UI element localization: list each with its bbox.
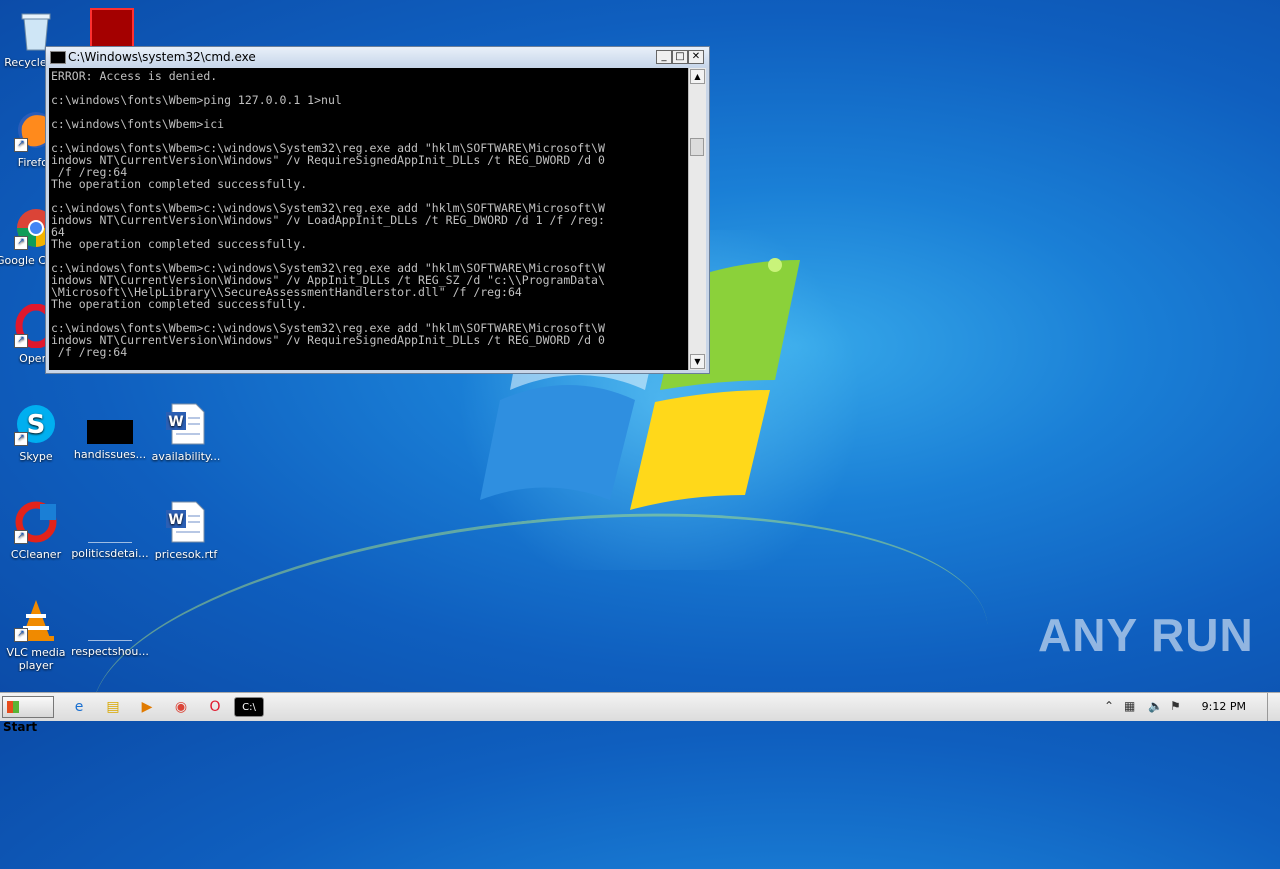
scrollbar-thumb[interactable] — [690, 138, 704, 156]
action-center-flag-icon[interactable]: ⚑ — [1170, 699, 1181, 713]
desktop-icon-handissues[interactable]: handissues... — [70, 402, 150, 461]
scroll-up-arrow-icon[interactable]: ▲ — [690, 69, 705, 84]
taskbar-clock[interactable]: 9:12 PM — [1202, 700, 1246, 713]
shortcut-arrow-icon: ↗ — [14, 334, 28, 348]
desktop-icon-label: CCleaner — [10, 548, 62, 561]
cmd-window-title: C:\Windows\system32\cmd.exe — [68, 50, 256, 64]
start-button[interactable]: Start — [2, 696, 54, 734]
shortcut-arrow-icon: ↗ — [14, 138, 28, 152]
shortcut-arrow-icon: ↗ — [14, 236, 28, 250]
taskbar-explorer-icon[interactable]: ▤ — [102, 697, 124, 717]
skype-icon: S ↗ — [14, 402, 58, 446]
desktop-icon-label: VLC media player — [6, 646, 66, 672]
desktop-icon-label: availability... — [151, 450, 221, 463]
word-document-icon: W — [164, 500, 208, 544]
word-document-icon: W — [164, 402, 208, 446]
system-tray: ⌃ ▦ 🔈 ⚑ 9:12 PM — [1100, 693, 1280, 721]
svg-text:S: S — [27, 410, 46, 440]
svg-text:W: W — [168, 512, 183, 528]
cmd-titlebar[interactable]: C:\Windows\system32\cmd.exe _ □ ✕ — [46, 47, 709, 67]
network-icon[interactable]: ▦ — [1124, 699, 1135, 713]
start-label: Start — [3, 720, 38, 734]
taskbar: Start e ▤ ▶ ◉ O C:\ ⌃ ▦ 🔈 ⚑ 9:12 PM — [0, 692, 1280, 734]
desktop-icon-label: handissues... — [73, 448, 147, 461]
cmd-window[interactable]: C:\Windows\system32\cmd.exe _ □ ✕ ERROR:… — [45, 46, 710, 374]
console-output: ERROR: Access is denied. c:\windows\font… — [51, 69, 605, 359]
taskbar-cmd-icon[interactable]: C:\ — [234, 697, 264, 717]
desktop-icon-label: Skype — [19, 450, 53, 463]
vertical-scrollbar[interactable]: ▲ ▼ — [688, 68, 706, 370]
taskbar-chrome-icon[interactable]: ◉ — [170, 697, 192, 717]
maximize-button[interactable]: □ — [672, 50, 688, 64]
desktop-icon-ccleaner[interactable]: ↗ CCleaner — [0, 500, 76, 561]
taskbar-media-player-icon[interactable]: ▶ — [136, 697, 158, 717]
shortcut-arrow-icon: ↗ — [14, 628, 28, 642]
desktop-icon-pricesok[interactable]: W pricesok.rtf — [146, 500, 226, 561]
taskbar-opera-icon[interactable]: O — [204, 697, 226, 717]
desktop-icon-skype[interactable]: S ↗ Skype — [0, 402, 76, 463]
desktop-icon-label: pricesok.rtf — [154, 548, 218, 561]
ccleaner-icon: ↗ — [14, 500, 58, 544]
svg-text:W: W — [168, 414, 183, 430]
desktop-icon-availability[interactable]: W availability... — [146, 402, 226, 463]
windows-flag-icon — [7, 701, 19, 713]
shortcut-arrow-icon: ↗ — [14, 432, 28, 446]
shortcut-arrow-icon: ↗ — [14, 530, 28, 544]
vlc-cone-icon: ↗ — [14, 598, 58, 642]
taskbar-ie-icon[interactable]: e — [68, 697, 90, 717]
speaker-icon[interactable]: 🔈 — [1148, 699, 1163, 713]
black-file-icon — [87, 420, 133, 444]
show-hidden-icons-icon[interactable]: ⌃ — [1104, 699, 1114, 713]
console-area[interactable]: ERROR: Access is denied. c:\windows\font… — [49, 68, 689, 370]
show-desktop-button[interactable] — [1267, 693, 1280, 721]
desktop-icon-label: respectshou... — [71, 645, 149, 658]
desktop-icon-label: politicsdetai... — [71, 547, 149, 560]
blank-file-icon — [88, 522, 132, 543]
close-button[interactable]: ✕ — [688, 50, 704, 64]
anyrun-watermark: ANY RUN — [1038, 609, 1254, 661]
minimize-button[interactable]: _ — [656, 50, 672, 64]
desktop-icon-politicsdetai[interactable]: politicsdetai... — [70, 500, 150, 560]
blank-file-icon — [88, 620, 132, 641]
desktop-icon-respectshou[interactable]: respectshou... — [70, 598, 150, 658]
cmd-window-icon — [50, 51, 66, 64]
scroll-down-arrow-icon[interactable]: ▼ — [690, 354, 705, 369]
desktop-icon-vlc[interactable]: ↗ VLC media player — [0, 598, 76, 672]
